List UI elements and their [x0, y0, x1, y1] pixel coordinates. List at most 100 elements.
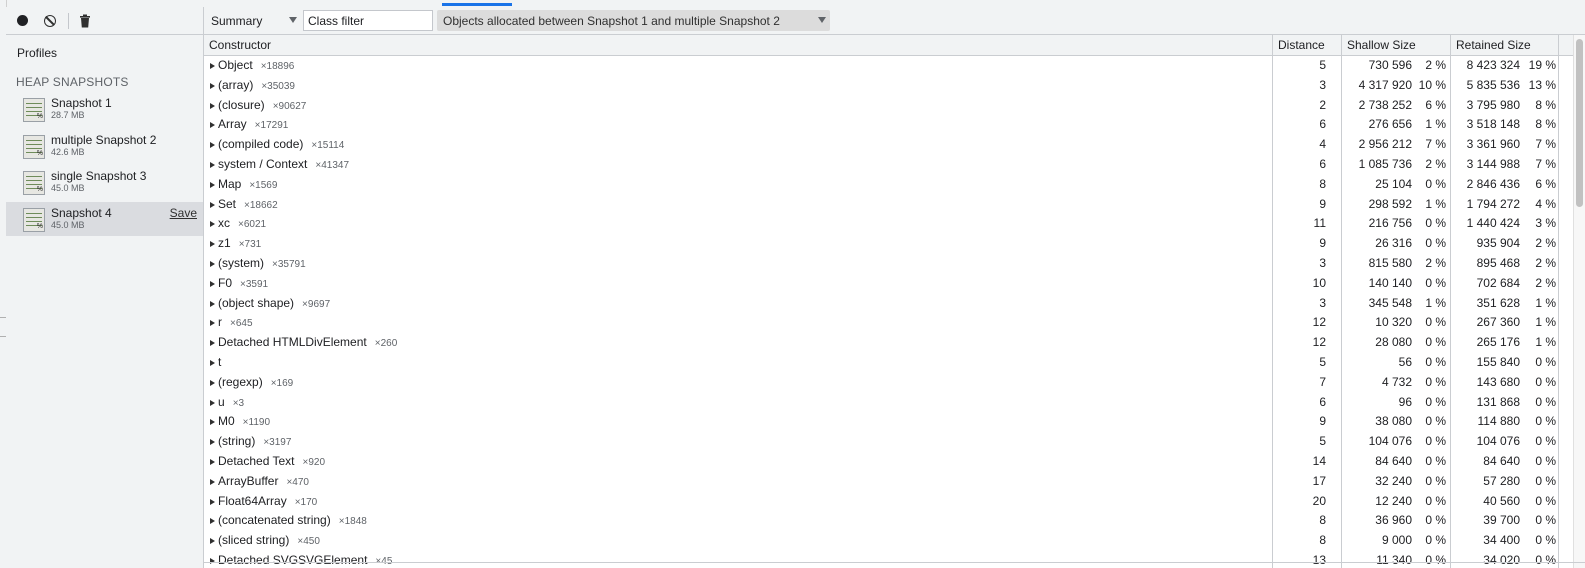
retained-size-cell: 1 440 424 [1466, 216, 1520, 231]
table-row[interactable]: (compiled code) ×15114 4 2 956 212 7 % 3 361 … [204, 135, 1585, 155]
instance-count: ×3591 [240, 278, 269, 290]
expand-triangle-icon[interactable] [210, 102, 215, 109]
expand-triangle-icon[interactable] [210, 300, 215, 307]
expand-triangle-icon[interactable] [210, 260, 215, 267]
table-row[interactable]: Object ×18896 5 730 596 2 % 8 423 324 19 % [204, 56, 1585, 76]
table-row[interactable]: (closure) ×90627 2 2 738 252 6 % 3 795 980 8 % [204, 96, 1585, 116]
table-row[interactable]: Float64Array ×170 20 12 240 0 % 40 560 0 % [204, 492, 1585, 512]
expand-triangle-icon[interactable] [210, 161, 215, 168]
table-row[interactable]: (string) ×3197 5 104 076 0 % 104 076 0 % [204, 432, 1585, 452]
expand-triangle-icon[interactable] [210, 320, 215, 327]
shallow-size-cell: 298 592 [1368, 196, 1412, 211]
scrollbar-thumb[interactable] [1576, 39, 1583, 207]
expand-triangle-icon[interactable] [210, 201, 215, 208]
distance-cell: 8 [1319, 513, 1326, 528]
expand-triangle-icon[interactable] [210, 538, 215, 545]
instance-count: ×35039 [261, 80, 295, 92]
snapshot-name: single Snapshot 3 [51, 169, 147, 183]
collect-garbage-button[interactable] [77, 13, 93, 29]
expand-triangle-icon[interactable] [210, 518, 215, 525]
expand-triangle-icon[interactable] [210, 478, 215, 485]
table-row[interactable]: M0 ×1190 9 38 080 0 % 114 880 0 % [204, 412, 1585, 432]
expand-triangle-icon[interactable] [210, 221, 215, 228]
retained-percent-cell: 0 % [1535, 374, 1556, 389]
snapshot-item[interactable]: % Snapshot 1 28.7 MB [6, 92, 203, 126]
column-header-shallow-size[interactable]: Shallow Size [1342, 35, 1451, 55]
save-snapshot-link[interactable]: Save [170, 206, 197, 220]
constructor-name: (concatenated string) [218, 513, 331, 528]
expand-triangle-icon[interactable] [210, 359, 215, 366]
table-row[interactable]: u ×3 6 96 0 % 131 868 0 % [204, 393, 1585, 413]
column-header-distance[interactable]: Distance [1273, 35, 1342, 55]
view-select[interactable]: Summary [211, 10, 297, 31]
column-header-retained-size[interactable]: Retained Size [1451, 35, 1559, 55]
expand-triangle-icon[interactable] [210, 142, 215, 149]
record-button[interactable] [14, 13, 30, 29]
constructor-name: Detached Text [218, 453, 295, 468]
class-filter-input[interactable] [303, 10, 433, 31]
table-row[interactable]: Detached HTMLDivElement ×260 12 28 080 0 % 26… [204, 333, 1585, 353]
snapshot-range-select[interactable]: Objects allocated between Snapshot 1 and… [437, 10, 830, 31]
constructor-cell: (array) ×35039 [218, 76, 295, 96]
constructor-name: xc [218, 216, 230, 231]
table-row[interactable]: (object shape) ×9697 3 345 548 1 % 351 628 1 % [204, 294, 1585, 314]
expand-triangle-icon[interactable] [210, 439, 215, 446]
shallow-percent-cell: 0 % [1425, 176, 1446, 191]
retained-size-cell: 895 468 [1476, 255, 1520, 270]
expand-triangle-icon[interactable] [210, 399, 215, 406]
table-row[interactable]: t 5 56 0 % 155 840 0 % [204, 353, 1585, 373]
clear-profiles-button[interactable] [42, 13, 58, 29]
snapshot-item[interactable]: % single Snapshot 3 45.0 MB [6, 165, 203, 199]
constructor-cell: (string) ×3197 [218, 432, 291, 452]
expand-triangle-icon[interactable] [210, 458, 215, 465]
table-row[interactable]: (array) ×35039 3 4 317 920 10 % 5 835 536 13 % [204, 76, 1585, 96]
column-header-constructor[interactable]: Constructor [204, 35, 1273, 55]
retained-size-cell: 265 176 [1476, 335, 1520, 350]
expand-triangle-icon[interactable] [210, 122, 215, 129]
shallow-size-cell: 12 240 [1375, 493, 1412, 508]
distance-cell: 4 [1319, 137, 1326, 152]
constructor-cell: r ×645 [218, 313, 253, 333]
snapshot-item-selected[interactable]: % Snapshot 4 45.0 MB Save [6, 202, 203, 236]
table-row[interactable]: z1 ×731 9 26 316 0 % 935 904 2 % [204, 234, 1585, 254]
distance-cell: 13 [1312, 552, 1326, 567]
shallow-percent-cell: 0 % [1425, 453, 1446, 468]
shallow-percent-cell: 2 % [1425, 156, 1446, 171]
snapshot-item[interactable]: % multiple Snapshot 2 42.6 MB [6, 129, 203, 163]
grid-scrollbar[interactable] [1573, 35, 1585, 568]
expand-triangle-icon[interactable] [210, 63, 215, 69]
table-row[interactable]: ArrayBuffer ×470 17 32 240 0 % 57 280 0 % [204, 472, 1585, 492]
table-row[interactable]: (regexp) ×169 7 4 732 0 % 143 680 0 % [204, 373, 1585, 393]
table-row[interactable]: (concatenated string) ×1848 8 36 960 0 % 39 7… [204, 511, 1585, 531]
grid-header: Constructor Distance Shallow Size Retain… [204, 35, 1585, 56]
distance-cell: 9 [1319, 414, 1326, 429]
shallow-size-cell: 56 [1398, 354, 1412, 369]
constructor-cell: Detached HTMLDivElement ×260 [218, 333, 397, 353]
table-row[interactable]: system / Context ×41347 6 1 085 736 2 % 3 144… [204, 155, 1585, 175]
expand-triangle-icon[interactable] [210, 241, 215, 248]
instance-count: ×15114 [311, 140, 345, 152]
table-row[interactable]: xc ×6021 11 216 756 0 % 1 440 424 3 % [204, 214, 1585, 234]
table-row[interactable]: Set ×18662 9 298 592 1 % 1 794 272 4 % [204, 195, 1585, 215]
table-row[interactable]: (system) ×35791 3 815 580 2 % 895 468 2 % [204, 254, 1585, 274]
table-row[interactable]: r ×645 12 10 320 0 % 267 360 1 % [204, 313, 1585, 333]
table-row[interactable]: Map ×1569 8 25 104 0 % 2 846 436 6 % [204, 175, 1585, 195]
expand-triangle-icon[interactable] [210, 280, 215, 287]
distance-cell: 3 [1319, 295, 1326, 310]
retained-size-cell: 114 880 [1477, 414, 1521, 429]
expand-triangle-icon[interactable] [210, 82, 215, 89]
expand-triangle-icon[interactable] [210, 419, 215, 426]
table-row[interactable]: Array ×17291 6 276 656 1 % 3 518 148 8 % [204, 115, 1585, 135]
distance-cell: 7 [1319, 374, 1326, 389]
expand-triangle-icon[interactable] [210, 379, 215, 386]
expand-triangle-icon[interactable] [210, 557, 215, 564]
expand-triangle-icon[interactable] [210, 498, 215, 505]
table-row[interactable]: Detached Text ×920 14 84 640 0 % 84 640 0 % [204, 452, 1585, 472]
retained-percent-cell: 2 % [1535, 275, 1556, 290]
table-row[interactable]: Detached SVGSVGElement×45 13 11 340 0 % 34 0… [204, 551, 1585, 568]
table-row[interactable]: F0 ×3591 10 140 140 0 % 702 684 2 % [204, 274, 1585, 294]
table-row[interactable]: (sliced string) ×450 8 9 000 0 % 34 400 0 % [204, 531, 1585, 551]
expand-triangle-icon[interactable] [210, 181, 215, 188]
retained-size-cell: 39 700 [1483, 513, 1520, 528]
expand-triangle-icon[interactable] [210, 340, 215, 347]
